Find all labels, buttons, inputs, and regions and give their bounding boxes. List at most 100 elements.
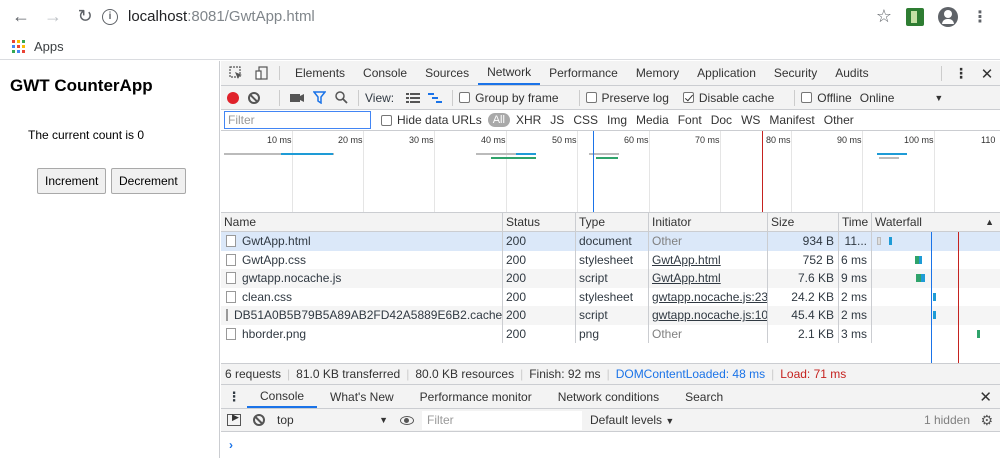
drawer-tab-performance-monitor[interactable]: Performance monitor bbox=[407, 385, 545, 408]
decrement-button[interactable]: Decrement bbox=[111, 168, 186, 194]
profile-avatar-icon[interactable] bbox=[938, 6, 958, 27]
drawer-tab-whats-new[interactable]: What's New bbox=[317, 385, 407, 408]
drawer-close-icon[interactable]: ✕ bbox=[979, 388, 992, 406]
console-clear-icon[interactable] bbox=[253, 414, 265, 426]
record-icon[interactable] bbox=[227, 91, 239, 104]
checkbox-box[interactable] bbox=[381, 114, 392, 126]
context-select[interactable]: top ▼ bbox=[273, 413, 388, 427]
overview-bar bbox=[476, 153, 516, 155]
overview-tick: 10 ms bbox=[267, 135, 292, 145]
request-type: script bbox=[576, 269, 649, 288]
console-sidebar-icon[interactable]: ▶ bbox=[227, 412, 241, 426]
gear-icon[interactable]: ⚙ bbox=[980, 412, 993, 429]
request-name: clean.css bbox=[242, 289, 293, 304]
table-row[interactable]: DB51A0B5B79B5A89AB2FD42A5889E6B2.cache.j… bbox=[221, 306, 1000, 325]
type-filter-media[interactable]: Media bbox=[636, 113, 669, 127]
type-filter-manifest[interactable]: Manifest bbox=[769, 113, 814, 127]
console-prompt[interactable]: › bbox=[221, 432, 1000, 452]
table-row[interactable]: GwtApp.css 200 stylesheet GwtApp.html 75… bbox=[221, 250, 1000, 269]
checkbox-box-checked[interactable] bbox=[682, 92, 694, 103]
type-filter-img[interactable]: Img bbox=[607, 113, 627, 127]
checkbox-box[interactable] bbox=[459, 92, 471, 103]
device-toolbar-icon[interactable] bbox=[251, 61, 273, 85]
initiator-link[interactable]: gwtapp.nocache.js:10 bbox=[652, 308, 767, 322]
log-levels-value: Default levels bbox=[590, 413, 663, 427]
col-status[interactable]: Status bbox=[503, 213, 576, 231]
hide-data-urls-checkbox[interactable]: Hide data URLs bbox=[381, 113, 482, 127]
eye-icon[interactable] bbox=[400, 415, 414, 425]
info-icon[interactable]: i bbox=[102, 8, 118, 25]
apps-bookmark[interactable]: Apps bbox=[34, 39, 64, 54]
disable-cache-checkbox[interactable]: Disable cache bbox=[682, 91, 774, 105]
type-filter-font[interactable]: Font bbox=[678, 113, 702, 127]
tab-sources[interactable]: Sources bbox=[416, 61, 478, 85]
waterfall-cell bbox=[872, 306, 1000, 325]
initiator-link[interactable]: GwtApp.html bbox=[652, 271, 721, 285]
search-icon[interactable] bbox=[330, 86, 352, 110]
table-row[interactable]: GwtApp.html 200 document Other 934 B 11.… bbox=[221, 232, 1000, 251]
initiator-link[interactable]: GwtApp.html bbox=[652, 253, 721, 267]
tab-security[interactable]: Security bbox=[765, 61, 826, 85]
drawer-tab-search[interactable]: Search bbox=[672, 385, 736, 408]
waterfall-overview-icon[interactable] bbox=[424, 86, 446, 110]
inspect-element-icon[interactable] bbox=[221, 61, 251, 85]
table-row[interactable]: clean.css 200 stylesheet gwtapp.nocache.… bbox=[221, 287, 1000, 306]
devtools-close-icon[interactable]: ✕ bbox=[974, 65, 1000, 83]
table-row[interactable]: gwtapp.nocache.js 200 script GwtApp.html… bbox=[221, 269, 1000, 288]
type-filter-xhr[interactable]: XHR bbox=[516, 113, 541, 127]
overview-bar bbox=[877, 153, 907, 155]
large-rows-icon[interactable] bbox=[402, 86, 424, 110]
type-filter-css[interactable]: CSS bbox=[573, 113, 598, 127]
back-button[interactable]: ← bbox=[10, 6, 32, 28]
console-filter-input[interactable]: Filter bbox=[422, 410, 582, 430]
col-name[interactable]: Name bbox=[221, 213, 503, 231]
group-by-frame-checkbox[interactable]: Group by frame bbox=[459, 91, 559, 105]
drawer-tab-network-conditions[interactable]: Network conditions bbox=[545, 385, 672, 408]
type-filter-doc[interactable]: Doc bbox=[711, 113, 732, 127]
checkbox-box[interactable] bbox=[801, 92, 813, 103]
sort-triangle-icon: ▲ bbox=[985, 217, 994, 227]
reload-button[interactable]: ↻ bbox=[74, 6, 96, 28]
tab-audits[interactable]: Audits bbox=[826, 61, 877, 85]
forward-button[interactable]: → bbox=[42, 6, 64, 28]
type-filter-all[interactable]: All bbox=[487, 113, 510, 127]
chevron-down-icon: ▼ bbox=[379, 415, 388, 425]
col-size[interactable]: Size bbox=[768, 213, 839, 231]
request-time: 9 ms bbox=[839, 269, 872, 288]
log-levels-select[interactable]: Default levels ▼ bbox=[590, 413, 674, 427]
tab-performance[interactable]: Performance bbox=[540, 61, 627, 85]
toolbar-divider bbox=[452, 89, 454, 106]
extension-icon[interactable] bbox=[906, 7, 924, 26]
throttling-select[interactable]: Online ▼ bbox=[860, 91, 944, 105]
bookmark-star-icon[interactable]: ☆ bbox=[876, 6, 892, 27]
devtools-menu-icon[interactable]: ⋮ bbox=[948, 65, 974, 82]
chrome-menu-icon[interactable]: ⋮ bbox=[972, 7, 988, 27]
type-filter-ws[interactable]: WS bbox=[741, 113, 760, 127]
filter-input[interactable]: Filter bbox=[224, 111, 371, 129]
col-waterfall[interactable]: Waterfall ▲ bbox=[872, 213, 1000, 231]
col-time[interactable]: Time bbox=[839, 213, 872, 231]
col-initiator[interactable]: Initiator bbox=[649, 213, 768, 231]
tab-elements[interactable]: Elements bbox=[286, 61, 354, 85]
checkbox-box[interactable] bbox=[585, 92, 597, 103]
tab-application[interactable]: Application bbox=[688, 61, 765, 85]
drawer-menu-icon[interactable]: ⋮ bbox=[221, 385, 247, 408]
preserve-log-checkbox[interactable]: Preserve log bbox=[585, 91, 669, 105]
table-row[interactable]: hborder.png 200 png Other 2.1 KB 3 ms bbox=[221, 324, 1000, 343]
type-filter-js[interactable]: JS bbox=[550, 113, 564, 127]
drawer-tab-console[interactable]: Console bbox=[247, 385, 318, 408]
clear-icon[interactable] bbox=[248, 91, 260, 104]
screenshot-camera-icon[interactable] bbox=[286, 86, 308, 110]
tab-console[interactable]: Console bbox=[354, 61, 416, 85]
omnibox[interactable]: i localhost:8081/GwtApp.html bbox=[102, 3, 876, 31]
offline-checkbox[interactable]: Offline bbox=[801, 91, 852, 105]
request-time: 6 ms bbox=[839, 250, 872, 269]
filter-funnel-icon[interactable] bbox=[308, 86, 330, 110]
col-type[interactable]: Type bbox=[576, 213, 649, 231]
initiator-link[interactable]: gwtapp.nocache.js:23 bbox=[652, 290, 767, 304]
type-filter-other[interactable]: Other bbox=[824, 113, 854, 127]
tab-memory[interactable]: Memory bbox=[627, 61, 688, 85]
increment-button[interactable]: Increment bbox=[37, 168, 107, 194]
tab-network[interactable]: Network bbox=[478, 61, 541, 85]
network-overview[interactable]: 10 ms 20 ms 30 ms 40 ms 50 ms 60 ms 70 m… bbox=[221, 131, 1000, 213]
